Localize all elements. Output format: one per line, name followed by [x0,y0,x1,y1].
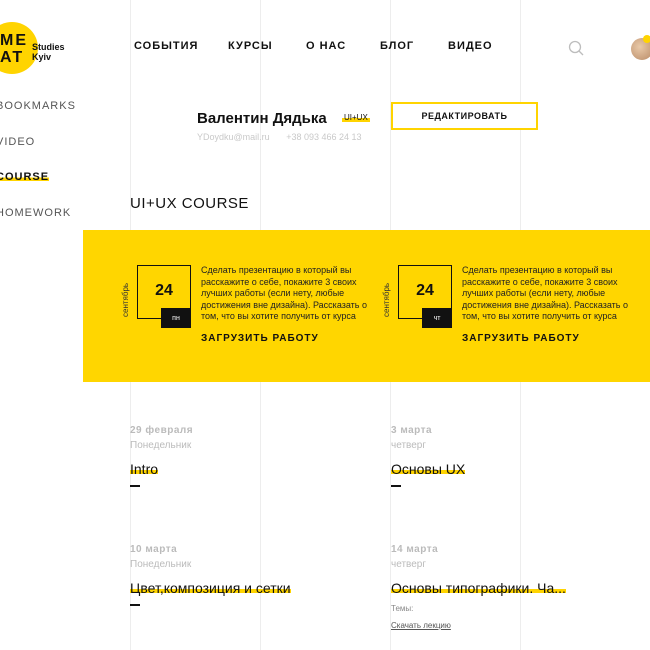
task-weekday: пн [161,308,191,328]
task-month: сентябрь [121,282,130,317]
nav-item-about[interactable]: О НАС [306,40,346,52]
lesson-topics-label: Темы: [391,604,414,613]
nav-item-video[interactable]: ВИДЕО [448,40,493,52]
lesson-title-text: Основы типографики. Ча... [391,580,566,596]
search-icon[interactable] [568,40,584,56]
lesson-weekday: Понедельник [130,440,192,451]
download-lecture-link[interactable]: Скачать лекцию [391,621,566,630]
sidebar-item-video[interactable]: VIDEO [0,136,35,148]
lesson-date: 14 марта [391,544,439,555]
lesson-title[interactable]: Цвет,композиция и сетки [130,580,291,598]
task-day: 24 [416,282,434,299]
task-day: 24 [155,282,173,299]
sidebar-item-bookmarks[interactable]: BOOKMARKS [0,100,76,112]
nav-item-blog[interactable]: БЛОГ [380,40,414,52]
lesson-dash [391,485,401,487]
lesson-dash [130,604,140,606]
sidebar-item-label: COURSE [0,171,50,183]
nav-item-courses[interactable]: КУРСЫ [228,40,273,52]
profile-name: Валентин Дядька [197,110,327,127]
lesson-date: 10 марта [130,544,178,555]
profile-email: YDoydku@mail.ru [197,132,270,142]
lesson-card[interactable]: 3 марта четверг Основы UX [391,425,466,487]
lesson-card[interactable]: 10 марта Понедельник Цвет,композиция и с… [130,544,291,606]
lesson-weekday: четверг [391,559,426,570]
sidebar-item-label: HOMEWORK [0,207,72,219]
sidebar-item-course[interactable]: COURSE [0,171,50,183]
lesson-title-text: Intro [130,461,159,477]
task-description: Сделать презентацию в который вы расскаж… [462,265,628,321]
task-date: 24 пн [137,265,191,328]
sidebar-item-label: BOOKMARKS [0,100,76,112]
profile-phone: +38 093 466 24 13 [286,132,362,142]
task-month: сентябрь [382,282,391,317]
lesson-dash [130,485,140,487]
edit-profile-button[interactable]: РЕДАКТИРОВАТЬ [391,102,538,130]
lesson-date: 3 марта [391,425,433,436]
lesson-title[interactable]: Основы типографики. Ча... [391,580,566,598]
nav-item-events[interactable]: СОБЫТИЯ [134,40,198,52]
homework-banner: сентябрь 24 пн Сделать презентацию в кот… [83,230,650,382]
notification-dot [643,35,650,43]
lesson-date: 29 февраля [130,425,194,436]
logo-subtitle: Studies Kyiv [32,42,65,62]
lesson-card[interactable]: 29 февраля Понедельник Intro [130,425,193,487]
logo[interactable]: ME AT Studies Kyiv [0,18,70,78]
lesson-weekday: четверг [391,440,426,451]
lesson-weekday: Понедельник [130,559,192,570]
task-weekday: чт [422,308,452,328]
task-date: 24 чт [398,265,452,328]
task-description: Сделать презентацию в который вы расскаж… [201,265,367,321]
lesson-title[interactable]: Основы UX [391,461,466,479]
profile-tag: UI+UX [342,113,370,122]
sidebar-item-homework[interactable]: HOMEWORK [0,207,71,219]
lesson-card[interactable]: 14 марта четверг Основы типографики. Ча.… [391,544,566,630]
sidebar-item-label: VIDEO [0,136,36,148]
upload-work-button[interactable]: ЗАГРУЗИТЬ РАБОТУ [201,333,319,344]
lesson-title-text: Основы UX [391,461,466,477]
lesson-title[interactable]: Intro [130,461,193,479]
upload-work-button[interactable]: ЗАГРУЗИТЬ РАБОТУ [462,333,580,344]
profile-contacts: YDoydku@mail.ru +38 093 466 24 13 [197,132,376,142]
course-title: UI+UX COURSE [130,195,249,212]
lesson-title-text: Цвет,композиция и сетки [130,580,291,596]
logo-mark: ME AT [0,32,28,66]
